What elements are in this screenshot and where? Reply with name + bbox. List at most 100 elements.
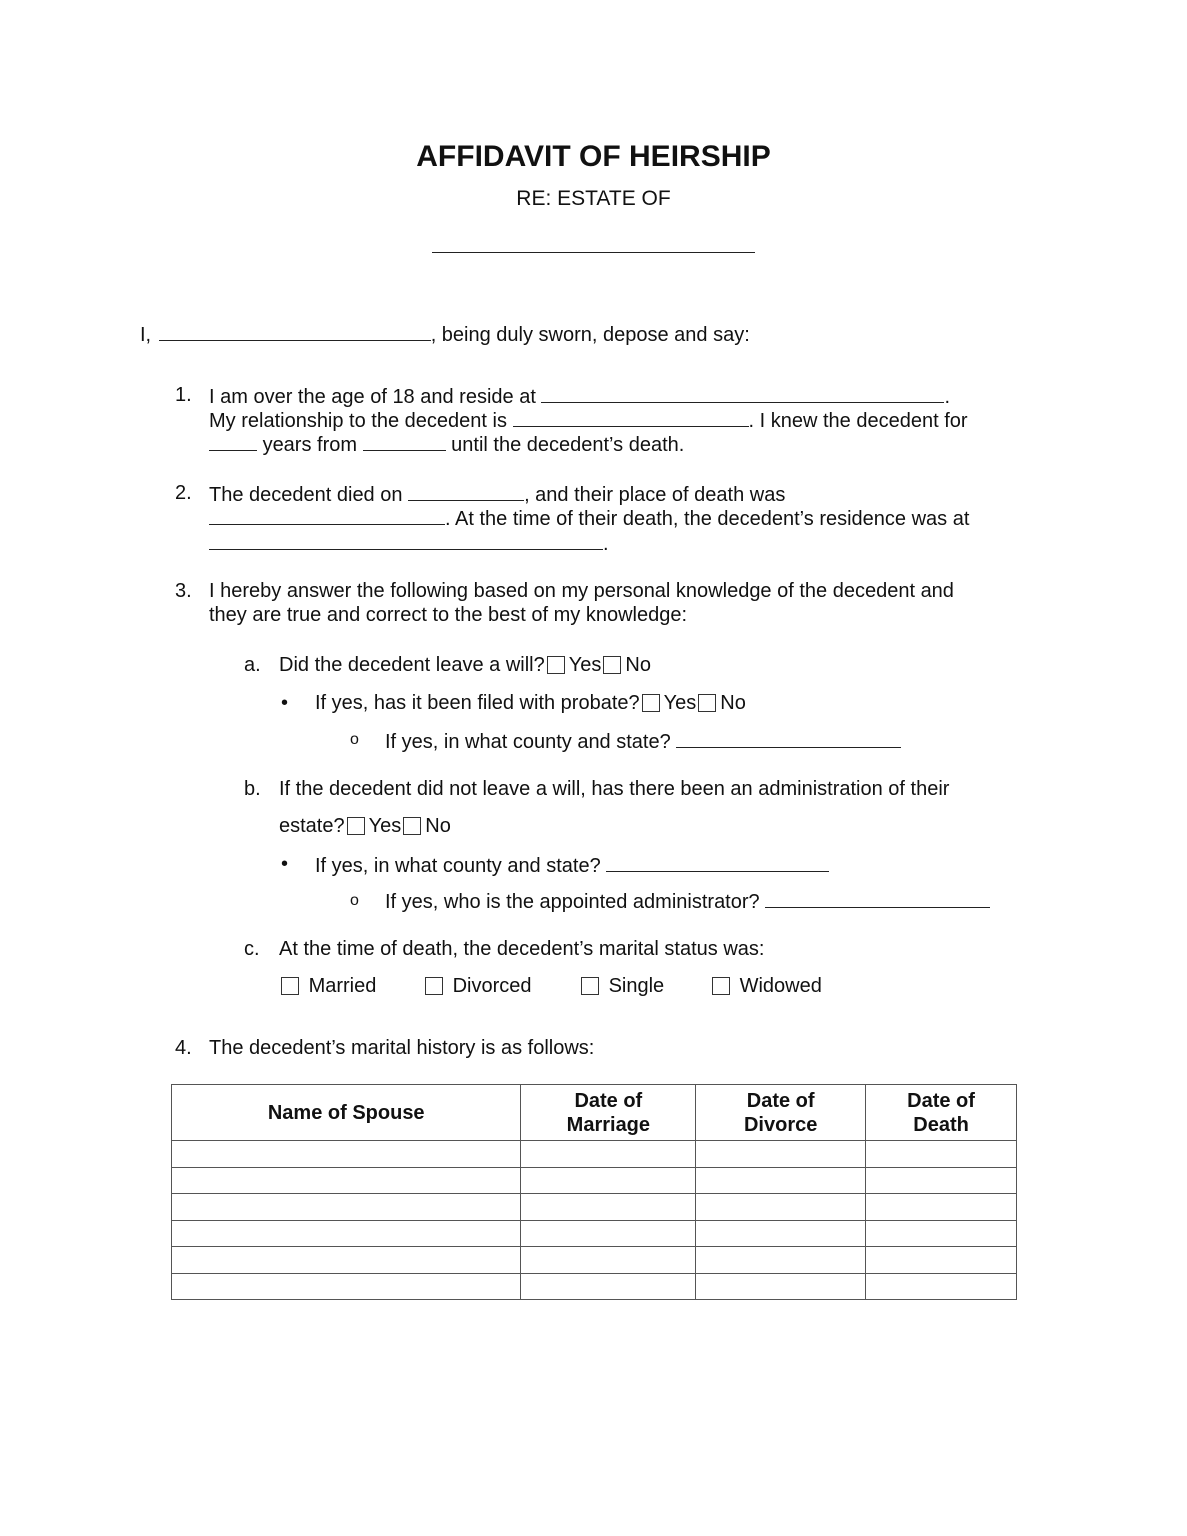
marital-status-question: At the time of death, the decedent’s mar…	[279, 938, 765, 960]
intro-prefix: I,	[140, 324, 152, 346]
decedent-residence-field[interactable]	[209, 531, 603, 550]
administration-county-question: If yes, in what county and state?	[315, 855, 601, 877]
estate-name-field[interactable]	[432, 228, 755, 253]
residence-address-field[interactable]	[541, 384, 945, 403]
header-date-of-marriage: Date of Marriage	[520, 1084, 697, 1141]
marital-option-divorced[interactable]: Divorced	[423, 975, 531, 998]
table-row	[170, 1246, 1017, 1274]
marriage-date-cell[interactable]	[520, 1272, 697, 1300]
item1-knew-text: . I knew the decedent for	[748, 410, 968, 432]
header-date-of-death: Date of Death	[865, 1084, 1017, 1141]
probate-question: If yes, has it been filed with probate?	[315, 692, 640, 714]
item3-line2: they are true and correct to the best of…	[209, 604, 688, 626]
table-row	[170, 1140, 1017, 1168]
single-label: Single	[608, 975, 665, 997]
will-no-checkbox[interactable]	[603, 656, 622, 674]
table-row	[170, 1219, 1017, 1247]
years-known-field[interactable]	[209, 432, 257, 451]
probate-county-line: If yes, in what county and state?	[385, 729, 902, 754]
table-row	[170, 1272, 1017, 1300]
administration-yes-checkbox[interactable]	[346, 817, 365, 835]
married-label: Married	[308, 975, 377, 997]
marital-option-widowed[interactable]: Widowed	[710, 975, 822, 998]
administrator-question: If yes, who is the appointed administrat…	[385, 891, 760, 913]
spouse-name-cell[interactable]	[170, 1219, 522, 1247]
item2-residence-text: . At the time of their death, the decede…	[445, 508, 970, 530]
header-text: Date of Death	[907, 1089, 975, 1136]
affiant-name-field[interactable]	[158, 322, 431, 341]
divorced-checkbox[interactable]	[425, 977, 443, 995]
spouse-name-cell[interactable]	[170, 1166, 522, 1194]
header-name-of-spouse: Name of Spouse	[170, 1084, 522, 1141]
bullet-icon: •	[281, 692, 289, 714]
circle-bullet-icon: o	[350, 731, 359, 748]
item3a-letter: a.	[244, 654, 261, 676]
death-date-cell[interactable]	[865, 1166, 1017, 1194]
probate-county-field[interactable]	[676, 729, 902, 748]
place-of-death-field[interactable]	[209, 506, 445, 525]
marriage-date-cell[interactable]	[520, 1166, 697, 1194]
divorce-date-cell[interactable]	[695, 1166, 867, 1194]
death-date-cell[interactable]	[865, 1193, 1017, 1221]
relationship-field[interactable]	[512, 408, 749, 427]
item3-number: 3.	[175, 580, 192, 602]
marital-option-single[interactable]: Single	[579, 975, 664, 998]
marriage-date-cell[interactable]	[520, 1193, 697, 1221]
period: .	[603, 533, 609, 555]
item3-line1: I hereby answer the following based on m…	[209, 580, 954, 602]
death-date-cell[interactable]	[865, 1140, 1017, 1168]
table-row	[170, 1193, 1017, 1221]
married-checkbox[interactable]	[281, 977, 299, 995]
marriage-date-cell[interactable]	[520, 1219, 697, 1247]
widowed-label: Widowed	[739, 975, 822, 997]
administration-county-field[interactable]	[606, 853, 830, 872]
spouse-name-cell[interactable]	[170, 1272, 522, 1300]
item1-relationship-text: My relationship to the decedent is	[209, 410, 507, 432]
marriage-date-cell[interactable]	[520, 1140, 697, 1168]
divorce-date-cell[interactable]	[695, 1193, 867, 1221]
header-date-of-divorce: Date of Divorce	[695, 1084, 867, 1141]
item2-line3: .	[209, 531, 609, 556]
administrator-field[interactable]	[765, 889, 991, 908]
period: .	[944, 386, 950, 408]
will-yes-checkbox[interactable]	[546, 656, 565, 674]
item1-number: 1.	[175, 384, 192, 406]
will-question: Did the decedent leave a will?	[279, 654, 545, 676]
death-date-cell[interactable]	[865, 1246, 1017, 1274]
spouse-name-cell[interactable]	[170, 1246, 522, 1274]
header-text: Date of Marriage	[566, 1089, 651, 1136]
divorce-date-cell[interactable]	[695, 1272, 867, 1300]
item3c-letter: c.	[244, 938, 260, 960]
single-checkbox[interactable]	[581, 977, 599, 995]
spouse-name-cell[interactable]	[170, 1193, 522, 1221]
probate-county-question: If yes, in what county and state?	[385, 731, 671, 753]
item4-number: 4.	[175, 1037, 192, 1059]
known-from-field[interactable]	[362, 432, 446, 451]
marital-history-table: Name of Spouse Date of Marriage Date of …	[170, 1084, 1017, 1300]
widowed-checkbox[interactable]	[712, 977, 730, 995]
spouse-name-cell[interactable]	[170, 1140, 522, 1168]
item2-text: The decedent died on	[209, 484, 403, 506]
death-date-cell[interactable]	[865, 1272, 1017, 1300]
marriage-date-cell[interactable]	[520, 1246, 697, 1274]
item2-number: 2.	[175, 482, 192, 504]
death-date-cell[interactable]	[865, 1219, 1017, 1247]
probate-no-checkbox[interactable]	[698, 694, 717, 712]
marital-option-married[interactable]: Married	[279, 975, 376, 998]
divorce-date-cell[interactable]	[695, 1219, 867, 1247]
item2-line2: . At the time of their death, the decede…	[209, 506, 969, 531]
bullet-icon: •	[281, 853, 289, 875]
item1-line2: My relationship to the decedent is . I k…	[209, 408, 968, 433]
item1-line1: I am over the age of 18 and reside at .	[209, 384, 950, 409]
item1-line3: years from until the decedent’s death.	[209, 432, 684, 457]
item4-text: The decedent’s marital history is as fol…	[209, 1037, 595, 1059]
item3b-letter: b.	[244, 778, 261, 800]
item3a-line: Did the decedent leave a will? Yes No	[279, 654, 651, 677]
probate-yes-checkbox[interactable]	[641, 694, 660, 712]
divorce-date-cell[interactable]	[695, 1246, 867, 1274]
divorce-date-cell[interactable]	[695, 1140, 867, 1168]
probate-no-label: No	[720, 692, 746, 714]
date-of-death-field[interactable]	[408, 482, 525, 501]
administration-no-checkbox[interactable]	[403, 817, 422, 835]
will-no-label: No	[625, 654, 651, 676]
